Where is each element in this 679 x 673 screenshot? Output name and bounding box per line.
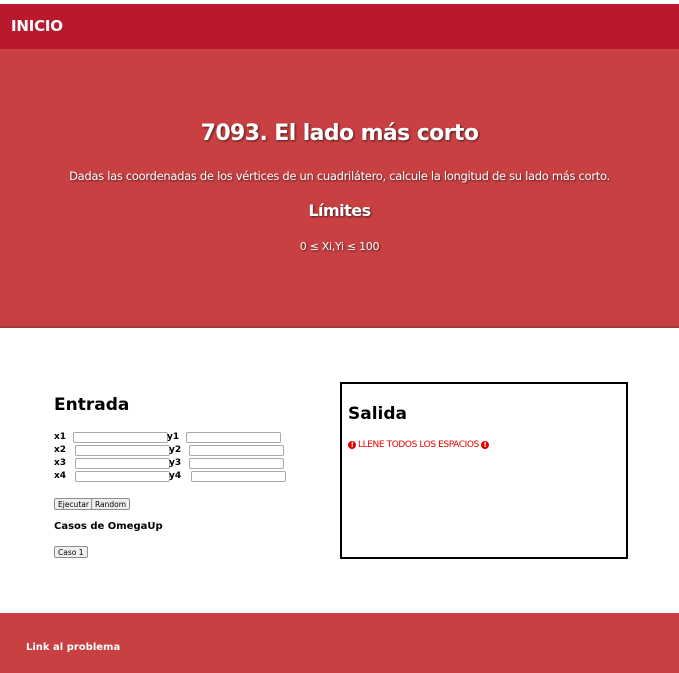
x3-label: x3 (54, 458, 67, 468)
error-message: ! LLENE TODOS LOS ESPACIOS ! (348, 440, 489, 450)
y2-label: y2 (169, 445, 182, 455)
y2-input[interactable] (189, 445, 284, 456)
omegaup-cases-heading: Casos de OmegaUp (54, 521, 163, 532)
exclamation-circle-icon: ! (480, 441, 489, 449)
y4-input[interactable] (191, 471, 286, 482)
run-button[interactable]: Ejecutar (54, 498, 93, 510)
problem-link[interactable]: Link al problema (26, 642, 120, 653)
x2-input[interactable] (75, 445, 170, 456)
y3-input[interactable] (189, 458, 284, 469)
input-heading: Entrada (54, 395, 130, 415)
output-heading: Salida (348, 404, 408, 424)
x4-input[interactable] (75, 471, 170, 482)
problem-title: 7093. El lado más corto (200, 121, 479, 146)
random-button[interactable]: Random (91, 498, 131, 510)
footer: Link al problema (0, 613, 679, 673)
y1-label: y1 (167, 432, 180, 442)
x4-label: x4 (54, 471, 67, 481)
navbar: INICIO (0, 4, 679, 49)
nav-home-link[interactable]: INICIO (11, 17, 63, 35)
problem-description: Dadas las coordenadas de los vértices de… (69, 169, 610, 183)
limits-text: 0 ≤ Xi,Yi ≤ 100 (299, 240, 380, 253)
case-1-button[interactable]: Caso 1 (54, 546, 88, 558)
x3-input[interactable] (75, 458, 170, 469)
exclamation-circle-icon: ! (348, 441, 356, 449)
output-panel: Salida ! LLENE TODOS LOS ESPACIOS ! (340, 382, 628, 559)
x1-input[interactable] (73, 432, 168, 443)
y3-label: y3 (169, 458, 182, 468)
x2-label: x2 (54, 445, 67, 455)
error-text: LLENE TODOS LOS ESPACIOS (358, 440, 479, 450)
y4-label: y4 (169, 471, 182, 481)
y1-input[interactable] (186, 432, 281, 443)
problem-header: 7093. El lado más corto Dadas las coorde… (0, 49, 679, 328)
x1-label: x1 (54, 432, 67, 442)
limits-heading: Límites (308, 201, 371, 220)
